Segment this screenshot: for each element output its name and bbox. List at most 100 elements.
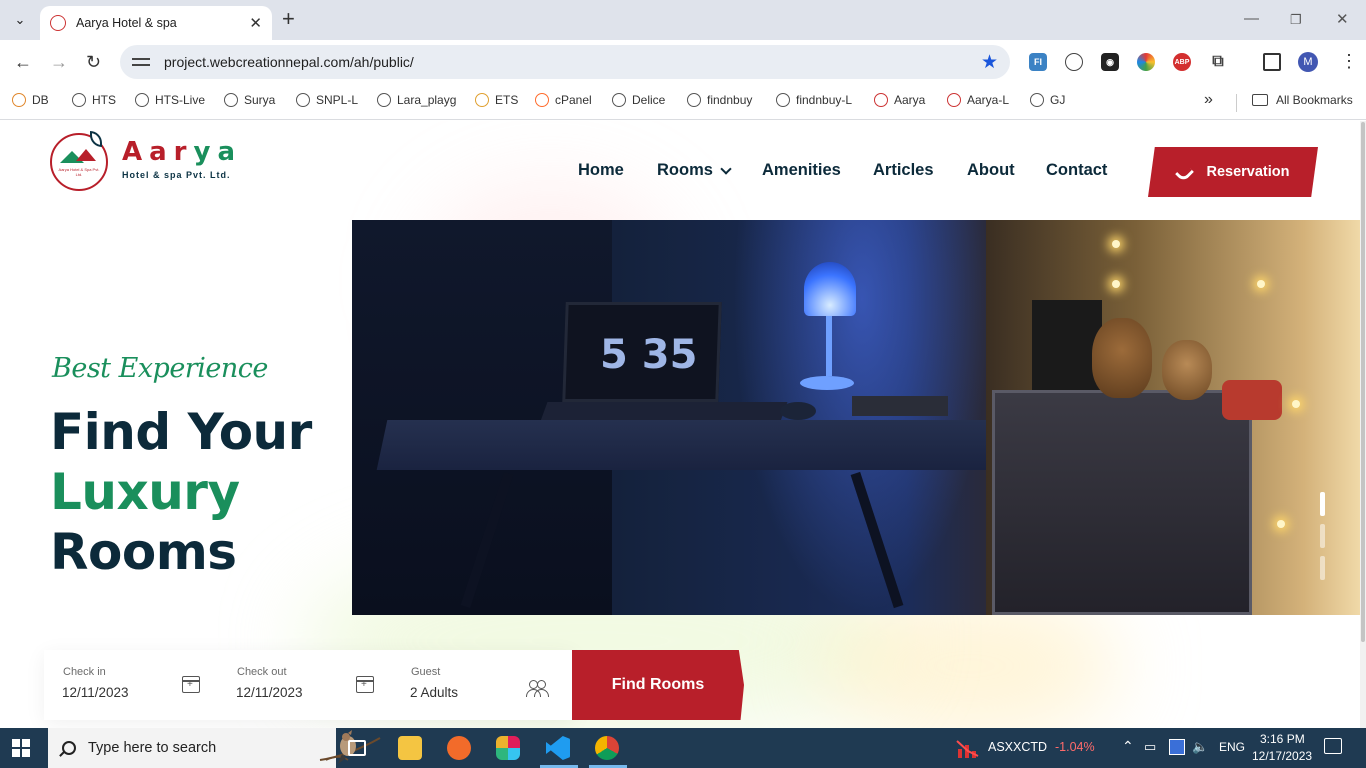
bookmarks-divider [1236, 94, 1237, 112]
globe-icon [296, 93, 310, 107]
site-info-icon[interactable] [132, 55, 150, 69]
bookmark-cpanel[interactable]: cPanel [535, 93, 592, 107]
globe-icon [1030, 93, 1044, 107]
hero-heading-line1: Find Your [50, 403, 312, 461]
chrome-icon[interactable] [595, 736, 619, 760]
nav-home[interactable]: Home [578, 161, 624, 180]
hero-image: 5 35 [352, 220, 1360, 615]
more-bookmarks-icon[interactable]: » [1204, 91, 1213, 109]
bookmark-icon [135, 93, 149, 107]
close-window-button[interactable]: ✕ [1336, 10, 1349, 28]
bookmark-lara-playg[interactable]: Lara_playg [377, 93, 456, 107]
taskbar-search-box[interactable]: Type here to search [48, 728, 381, 768]
calendar-icon[interactable] [182, 676, 200, 693]
language-indicator[interactable]: ENG [1219, 740, 1245, 754]
restore-window-button[interactable]: ❐ [1290, 12, 1302, 28]
site-favicon-icon [50, 15, 66, 31]
profile-avatar[interactable]: M [1298, 52, 1318, 72]
calendar-icon[interactable] [356, 676, 374, 693]
minimize-window-button[interactable]: — [1244, 10, 1259, 27]
bookmark-ets[interactable]: ETS [475, 93, 518, 107]
bookmark-surya[interactable]: Surya [224, 93, 275, 107]
network-icon[interactable]: ▭ [1144, 739, 1156, 755]
checkin-label: Check in [63, 666, 106, 678]
clock-date[interactable]: 12/17/2023 [1252, 749, 1312, 763]
bookmark-icon [12, 93, 26, 107]
slider-indicator-1[interactable] [1320, 492, 1325, 516]
app-tray-icon[interactable] [1169, 739, 1185, 755]
logo-badge-text: Aarya Hotel & Spa Pvt. Ltd. [58, 167, 100, 177]
url-text[interactable]: project.webcreationnepal.com/ah/public/ [164, 54, 981, 70]
guest-label: Guest [411, 666, 441, 678]
site-logo[interactable]: Aarya Hotel & Spa Pvt. Ltd. Aarya Hotel … [50, 131, 240, 193]
bookmark-findnbuy[interactable]: findnbuy [687, 93, 752, 107]
task-view-icon[interactable] [348, 740, 366, 756]
tab-close-icon[interactable]: ✕ [249, 14, 262, 32]
users-icon[interactable] [526, 680, 549, 697]
nav-rooms[interactable]: Rooms [657, 161, 732, 180]
desk-lamp [804, 262, 856, 316]
stock-chart-icon[interactable] [956, 737, 980, 759]
slider-indicator-2[interactable] [1320, 524, 1325, 548]
browser-tab-strip: ⌄ Aarya Hotel & spa ✕ + — ❐ ✕ [0, 0, 1366, 40]
bookmark-hts[interactable]: HTS [72, 93, 116, 107]
bookmark-hts-live[interactable]: HTS-Live [135, 93, 205, 107]
postman-icon[interactable] [447, 736, 471, 760]
checkout-field[interactable]: Check out 12/11/2023 [218, 650, 392, 720]
browser-menu-icon[interactable]: ⋮ [1340, 51, 1358, 72]
checkout-value[interactable]: 12/11/2023 [236, 685, 303, 700]
nav-contact[interactable]: Contact [1046, 161, 1107, 180]
fi-ext-icon[interactable]: FI [1029, 53, 1047, 71]
scrollbar-thumb[interactable] [1361, 122, 1365, 642]
clock-time[interactable]: 3:16 PM [1260, 732, 1305, 746]
guest-field[interactable]: Guest 2 Adults [392, 650, 572, 720]
vscode-icon[interactable] [546, 736, 570, 760]
circle-ext-icon[interactable] [1065, 53, 1083, 71]
address-bar[interactable]: project.webcreationnepal.com/ah/public/ … [120, 45, 1010, 79]
checkin-field[interactable]: Check in 12/11/2023 [44, 650, 218, 720]
bookmark-findnbuy-l[interactable]: findnbuy-L [776, 93, 852, 107]
slack-icon[interactable] [496, 736, 520, 760]
show-hidden-icons-chevron-icon[interactable]: ⌃ [1122, 738, 1134, 755]
bookmark-gj[interactable]: GJ [1030, 93, 1065, 107]
windows-start-icon[interactable] [12, 739, 30, 757]
forward-arrow-icon[interactable]: → [50, 52, 68, 72]
stock-symbol[interactable]: ASXXCTD [988, 740, 1047, 754]
color-ext-icon[interactable] [1137, 53, 1155, 71]
globe-icon [687, 93, 701, 107]
bookmarks-bar: DB HTS HTS-Live Surya SNPL-L Lara_playg … [0, 86, 1366, 120]
checkin-value[interactable]: 12/11/2023 [62, 685, 129, 700]
file-explorer-icon[interactable] [398, 736, 422, 760]
extensions-puzzle-icon[interactable]: ⧉ [1209, 53, 1227, 71]
nav-articles[interactable]: Articles [873, 161, 934, 180]
bookmark-icon [475, 93, 489, 107]
tab-search-chevron-icon[interactable]: ⌄ [8, 7, 32, 33]
camera-ext-icon[interactable]: ◉ [1101, 53, 1119, 71]
bookmark-snpl-l[interactable]: SNPL-L [296, 93, 358, 107]
reservation-button[interactable]: Reservation [1148, 147, 1318, 197]
reload-icon[interactable]: ↻ [86, 52, 101, 72]
teddy-bear [1162, 340, 1212, 400]
nav-amenities[interactable]: Amenities [762, 161, 841, 180]
bookmark-aarya[interactable]: Aarya [874, 93, 925, 107]
notifications-icon[interactable] [1324, 738, 1342, 754]
bookmark-db[interactable]: DB [12, 93, 49, 107]
slider-indicator-3[interactable] [1320, 556, 1325, 580]
all-bookmarks-button[interactable]: All Bookmarks [1252, 93, 1353, 107]
new-tab-button[interactable]: + [282, 8, 295, 30]
browser-tab-active[interactable]: Aarya Hotel & spa ✕ [40, 6, 272, 40]
web-page: Aarya Hotel & Spa Pvt. Ltd. Aarya Hotel … [0, 121, 1360, 728]
tab-title: Aarya Hotel & spa [76, 16, 177, 30]
side-panel-icon[interactable] [1263, 53, 1281, 71]
adblock-ext-icon[interactable]: ABP [1173, 53, 1191, 71]
nav-about[interactable]: About [967, 161, 1015, 180]
bookmark-aarya-l[interactable]: Aarya-L [947, 93, 1009, 107]
back-arrow-icon[interactable]: ← [14, 52, 32, 72]
find-rooms-button[interactable]: Find Rooms [572, 650, 744, 720]
aarya-favicon-icon [874, 93, 888, 107]
volume-icon[interactable]: 🔈 [1192, 739, 1208, 755]
bookmark-star-icon[interactable]: ★ [981, 51, 998, 74]
guest-value[interactable]: 2 Adults [410, 685, 458, 700]
stock-change[interactable]: -1.04% [1055, 740, 1095, 754]
bookmark-delice[interactable]: Delice [612, 93, 665, 107]
